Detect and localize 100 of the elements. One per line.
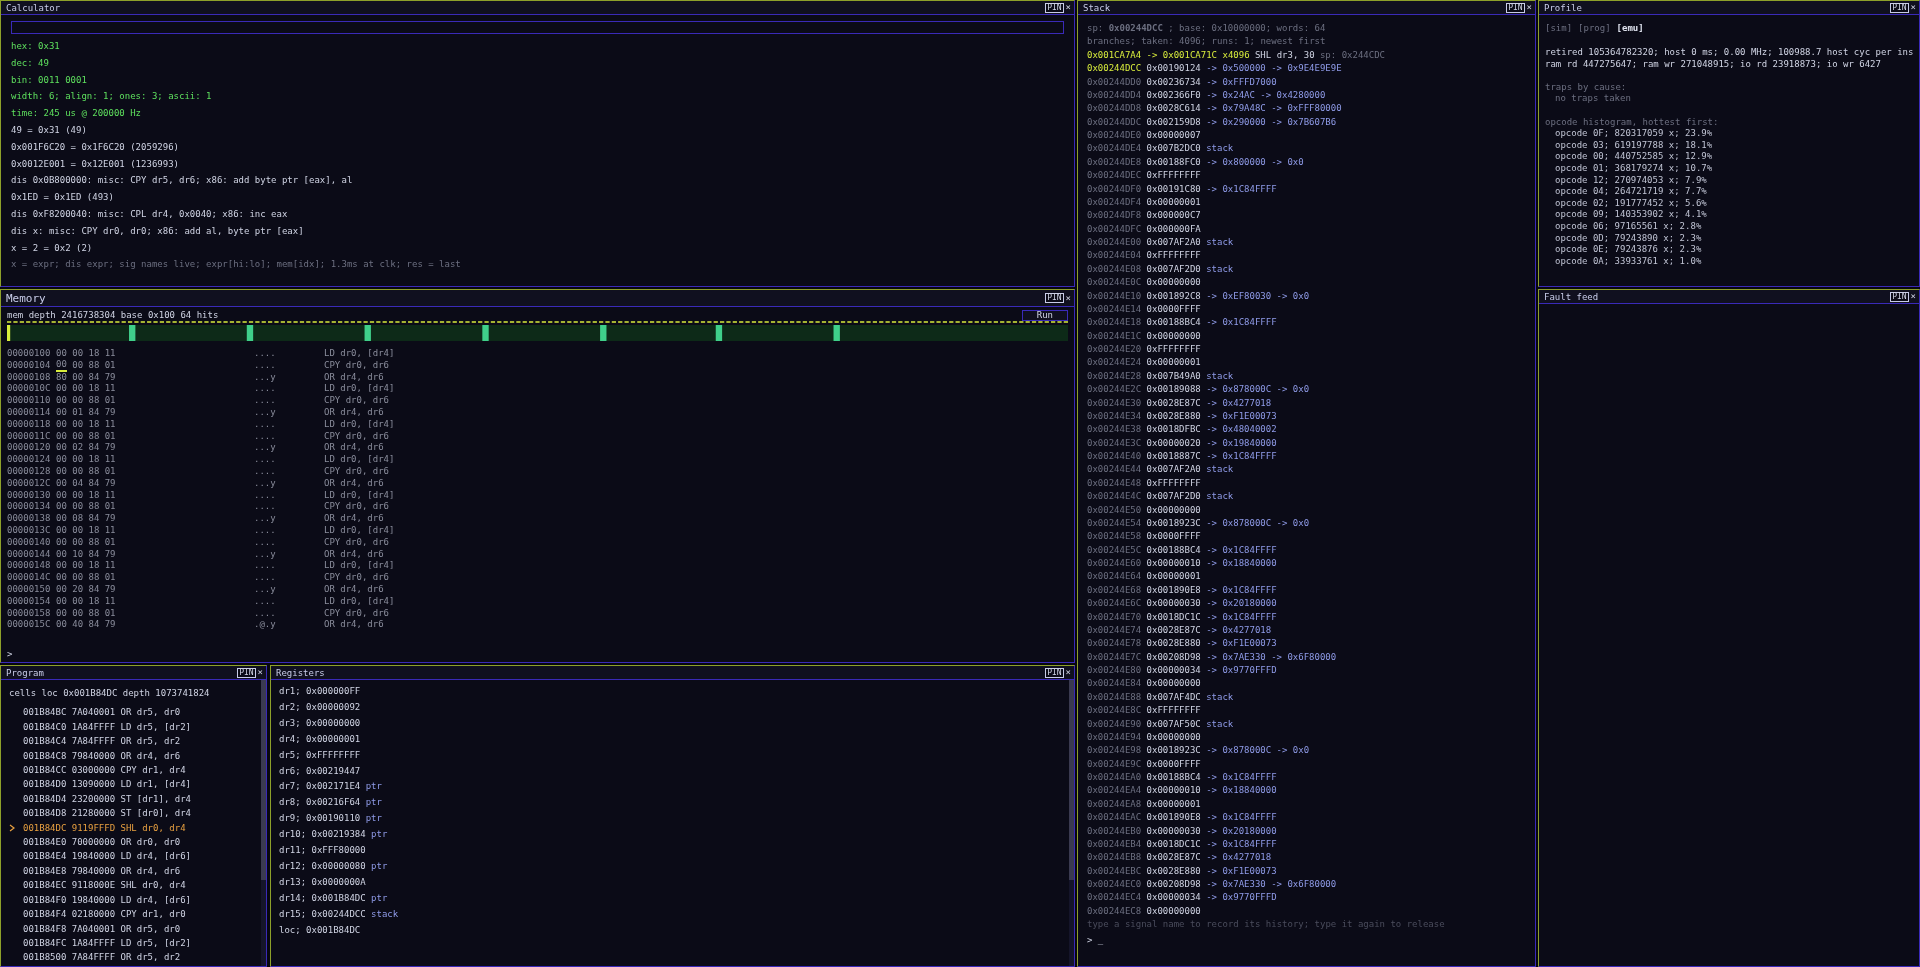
memory-ascii: .... (254, 560, 277, 573)
stack-value: 0x00000001 (1146, 797, 1201, 811)
stack-address: 0x00244EC0 (1087, 878, 1142, 891)
register-value: dr3; 0x00000000 (279, 716, 361, 730)
calculator-line: 49 = 0x31 (49) (11, 124, 88, 137)
memory-ascii: .... (254, 489, 277, 502)
panel-title: Profile (1544, 2, 1582, 13)
close-button[interactable]: × (1065, 3, 1071, 12)
pin-button[interactable]: PIN (1045, 667, 1064, 678)
stack-address: 0x00244E28 (1087, 369, 1142, 383)
branch-summary: branches; taken: 4096; runs: 1; newest first (1087, 35, 1327, 49)
expression-field[interactable] (11, 21, 1064, 34)
stack-address: 0x00244E4C (1087, 490, 1142, 504)
memory-address: 0000010C (7, 383, 52, 396)
stack-address: 0x00244EC4 (1087, 891, 1142, 905)
stack-value: 0x00000000 (1146, 677, 1201, 691)
pointer-chain: -> 0x1C84FFFF (1206, 543, 1277, 557)
branch-sp: sp: 0x244CDC (1319, 48, 1385, 62)
scrollbar[interactable] (261, 680, 266, 966)
close-button[interactable]: × (1065, 293, 1071, 303)
stack-value: 0x00000034 (1146, 664, 1201, 677)
stack-address: 0x00244E8C (1087, 704, 1142, 718)
memory-byte: 01 (104, 430, 116, 443)
memory-byte: 84 (88, 442, 100, 455)
memory-byte: 01 (104, 501, 116, 514)
memory-ascii: ...y (254, 442, 277, 455)
memory-address: 00000138 (7, 513, 52, 525)
program-line: 001B84E0 70000000 OR dr0, dr0 (23, 836, 181, 850)
program-line: 001B84F4 02180000 CPY dr1, dr0 (23, 908, 186, 922)
stack-value: 0x001892C8 (1146, 289, 1201, 303)
stack-value: 0x00236734 (1146, 75, 1201, 89)
pointer-chain: -> 0x878000C -> 0x0 (1206, 383, 1310, 397)
memory-byte: 79 (104, 513, 116, 525)
register-tag: ptr (365, 795, 382, 812)
pin-button[interactable]: PIN (1890, 291, 1909, 302)
memory-byte: 01 (104, 572, 116, 584)
memory-byte: 00 (56, 607, 67, 620)
memory-byte: 00 (72, 607, 84, 620)
close-button[interactable]: × (1910, 292, 1916, 301)
close-button[interactable]: × (257, 668, 263, 677)
memory-address: 00000120 (7, 442, 52, 455)
pointer-chain: -> 0x24AC -> 0x4280000 (1206, 88, 1326, 102)
stack-value: 0x00000001 (1146, 195, 1201, 209)
register-tag: ptr (365, 779, 382, 796)
memory-byte: 08 (72, 513, 84, 525)
stack-value: 0x00188BC4 (1146, 543, 1201, 557)
profile-line: traps by cause: (1545, 81, 1628, 94)
memory-byte: 11 (104, 489, 116, 502)
command-prompt[interactable]: > _ (1087, 933, 1526, 947)
register-value: dr13; 0x0000000A (279, 875, 366, 889)
pin-button[interactable]: PIN (1045, 2, 1064, 13)
profile-line: opcode 06; 97165561 x; 2.8% (1554, 220, 1703, 233)
stack-value: 0x00190124 (1146, 62, 1201, 76)
memory-byte: 88 (88, 536, 100, 549)
pointer-chain: stack (1206, 142, 1234, 156)
memory-address: 0000011C (7, 430, 52, 443)
memory-address: 0000015C (7, 619, 52, 632)
close-button[interactable]: × (1065, 668, 1071, 677)
memory-byte: 88 (88, 395, 100, 407)
calculator-line: 0x1ED = 0x1ED (493) (11, 191, 115, 205)
memory-summary: mem depth 2416738304 base 0x100 64 hits (7, 310, 219, 320)
memory-byte: 79 (104, 583, 116, 596)
program-line: 001B84BC 7A040001 OR dr5, dr0 (23, 706, 181, 720)
profile-line: retired 105364782320; host 0 ms; 0.00 MHz; 100988.7 host cyc per ins (1545, 47, 1913, 59)
calculator-line: bin: 0011 0001 (11, 73, 88, 87)
program-line: 001B84FC 1A84FFFF LD dr5, [dr2] (23, 936, 191, 950)
program-line: 001B84E4 19840000 LD dr4, [dr6] (23, 850, 191, 864)
memory-byte: 11 (104, 348, 116, 360)
memory-prompt[interactable]: > (7, 648, 1068, 660)
pin-button[interactable]: PIN (237, 667, 256, 678)
memory-byte: 02 (72, 442, 84, 455)
program-line: 001B84F8 7A040001 OR dr5, dr0 (23, 922, 181, 936)
memory-byte: 79 (104, 477, 116, 490)
close-button[interactable]: × (1526, 3, 1532, 12)
memory-byte: 18 (88, 560, 100, 573)
stack-address: 0x00244E14 (1087, 302, 1142, 316)
scrollbar[interactable] (1069, 680, 1074, 966)
stack-address: 0x00244E08 (1087, 262, 1142, 276)
profile-tab[interactable]: [prog] (1578, 23, 1611, 33)
run-button[interactable]: Run (1021, 309, 1068, 321)
memory-disassembly: OR dr4, dr6 (324, 548, 384, 561)
close-button[interactable]: × (1910, 3, 1916, 12)
profile-tab[interactable]: [emu] (1616, 23, 1644, 33)
stack-value: 0x00000030 (1146, 597, 1201, 611)
profile-line: opcode 03; 619197788 x; 18.1% (1554, 139, 1714, 152)
program-line: 001B84C0 1A84FFFF LD dr5, [dr2] (23, 720, 191, 734)
pin-button[interactable]: PIN (1506, 2, 1525, 13)
memory-disassembly: LD dr0, [dr4] (324, 454, 395, 466)
memory-address: 00000140 (7, 536, 52, 549)
memory-byte: 00 (72, 418, 84, 431)
pointer-chain: stack (1206, 690, 1234, 704)
memory-byte: 11 (104, 454, 116, 466)
memory-byte: 01 (104, 607, 116, 620)
pin-button[interactable]: PIN (1045, 293, 1064, 303)
profile-tab[interactable]: [sim] (1545, 23, 1573, 33)
memory-byte: 79 (104, 407, 116, 419)
profile-line: opcode 0D; 79243890 x; 2.3% (1554, 232, 1703, 245)
pin-button[interactable]: PIN (1890, 2, 1909, 13)
calculator-line: dis x: misc: CPY dr0, dr0; x86: add al, byte ptr [eax] (11, 224, 305, 238)
pointer-chain: -> 0x1C84FFFF (1206, 316, 1277, 330)
